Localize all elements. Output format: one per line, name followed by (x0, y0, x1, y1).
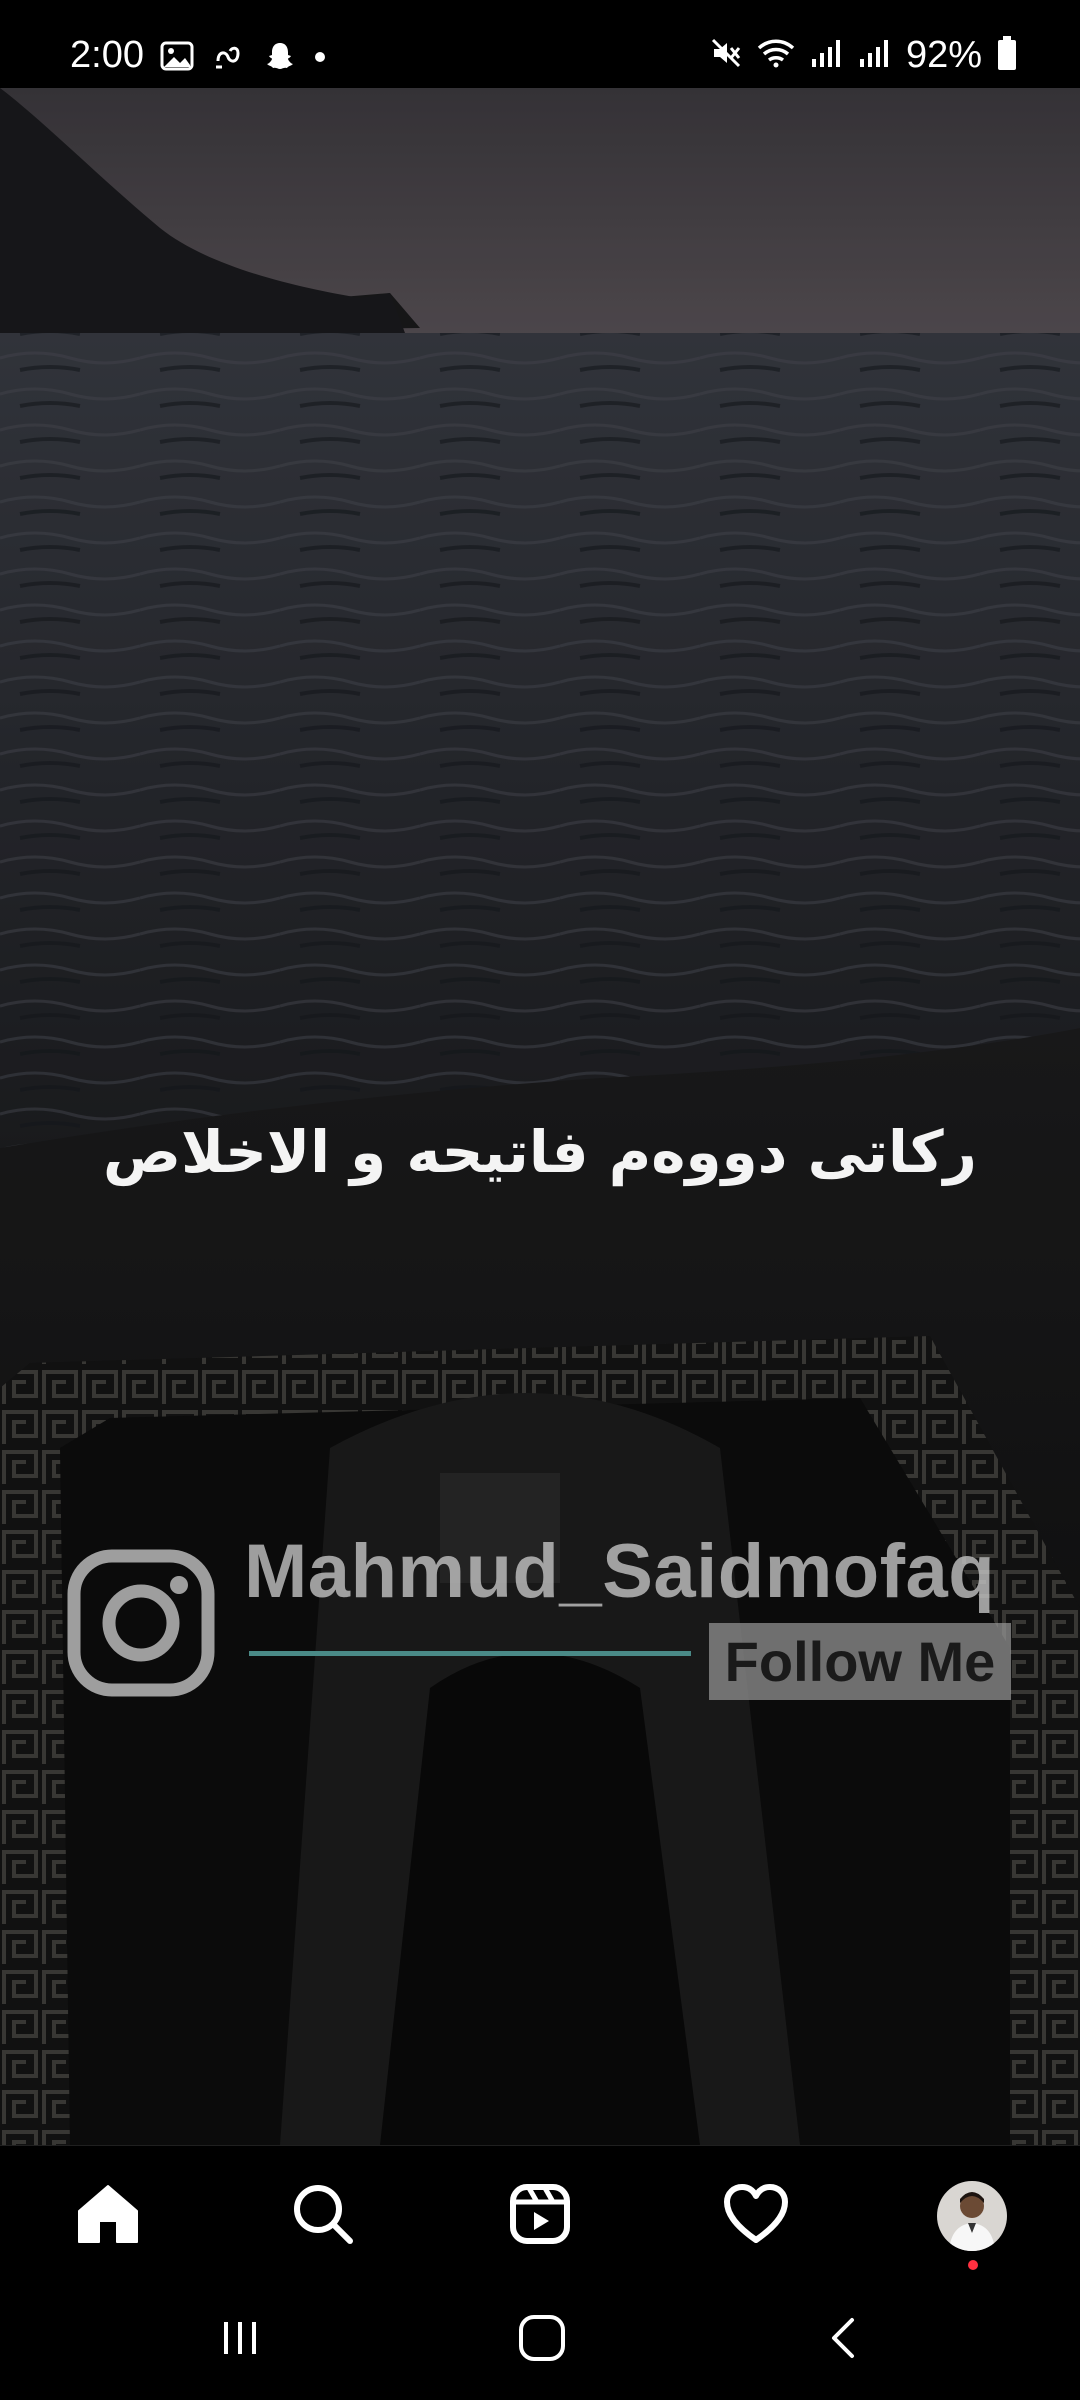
back-button[interactable] (814, 2310, 874, 2370)
search-icon (292, 2183, 354, 2250)
recents-button[interactable] (210, 2310, 270, 2370)
instagram-icon (66, 1548, 216, 1703)
nav-home[interactable] (68, 2176, 148, 2256)
status-left-icons (160, 40, 326, 77)
post-caption: ركاتى دووەم فاتيحه و الاخلاص (103, 1118, 977, 1186)
system-navigation-bar (0, 2280, 1080, 2400)
nav-reels[interactable] (500, 2176, 580, 2256)
signal-icon (858, 37, 892, 74)
gallery-icon (160, 41, 194, 76)
battery-icon (996, 35, 1018, 76)
home-button[interactable] (512, 2310, 572, 2370)
instagram-watermark: Mahmud_Saidmofaq Follow Me (66, 1528, 1016, 1788)
mute-icon (710, 37, 742, 74)
follow-me-label: Follow Me (709, 1623, 1011, 1700)
watermark-handle: Mahmud_Saidmofaq (244, 1529, 996, 1614)
recents-icon (216, 2314, 264, 2367)
wifi-icon (756, 37, 796, 74)
home-circle-icon (516, 2312, 568, 2369)
bottom-navigation (0, 2145, 1080, 2280)
link-icon (212, 41, 246, 76)
profile-avatar (937, 2181, 1007, 2251)
back-icon (820, 2314, 868, 2367)
nav-profile[interactable] (932, 2176, 1012, 2270)
home-icon (76, 2183, 140, 2250)
dot-icon (314, 50, 326, 68)
nav-search[interactable] (283, 2176, 363, 2256)
status-time: 2:00 (70, 34, 144, 76)
status-right-icons: 92% (710, 34, 1018, 77)
heart-icon (723, 2183, 789, 2249)
watermark-divider (249, 1651, 691, 1656)
video-background (0, 88, 1080, 2145)
status-bar: 2:00 92% (0, 0, 1080, 88)
reels-icon (509, 2183, 571, 2250)
post-media[interactable]: ركاتى دووەم فاتيحه و الاخلاص Mahmud_Said… (0, 88, 1080, 2145)
snapchat-icon (264, 40, 296, 77)
signal-icon (810, 37, 844, 74)
battery-percentage: 92% (905, 34, 982, 76)
notification-dot (968, 2260, 978, 2270)
nav-activity[interactable] (716, 2176, 796, 2256)
